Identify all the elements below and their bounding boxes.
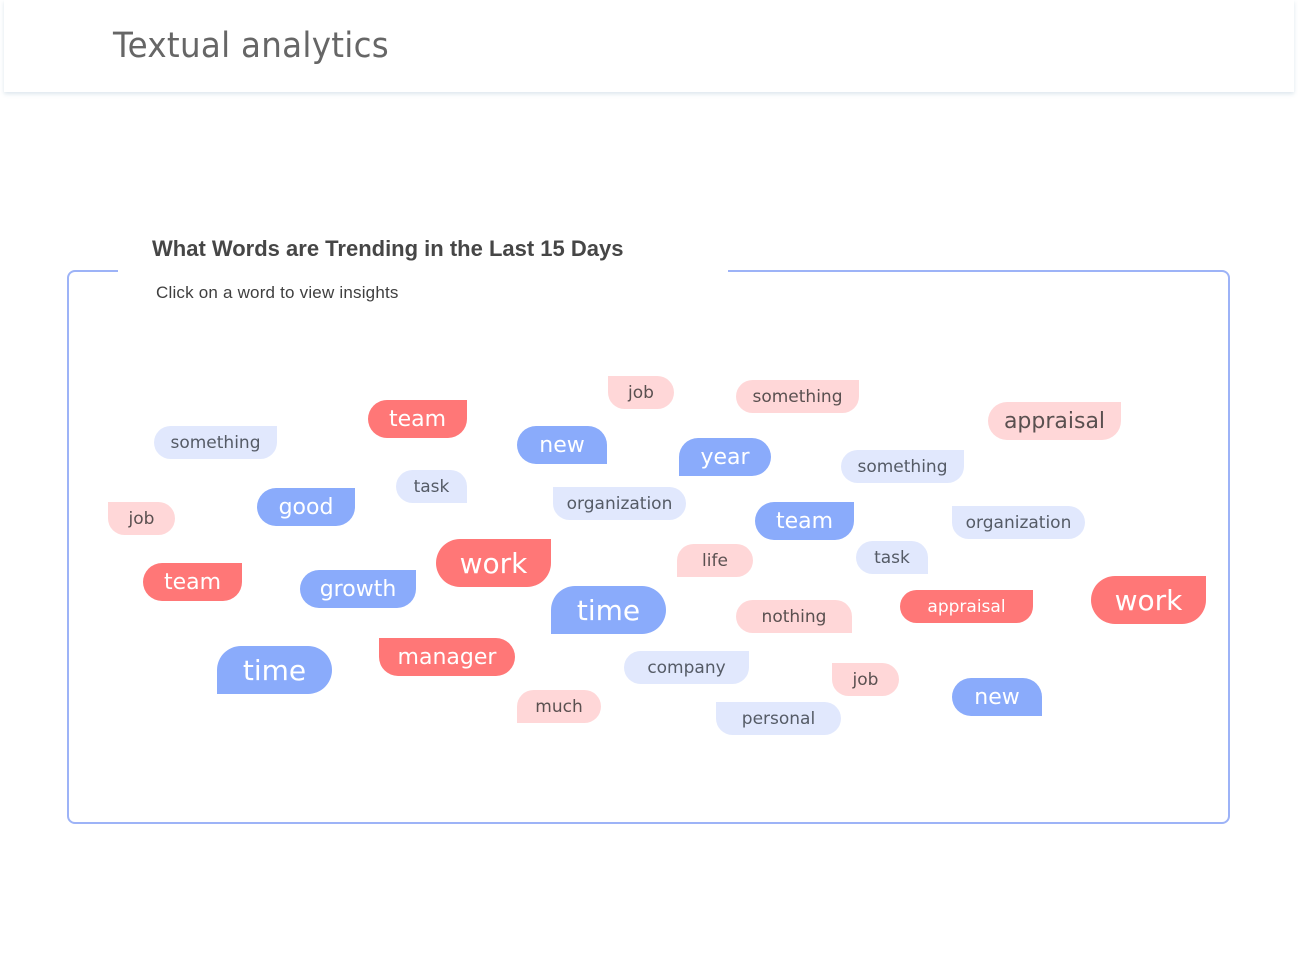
word-bubble-job[interactable]: job xyxy=(608,376,674,409)
word-bubble-task[interactable]: task xyxy=(856,541,928,574)
word-bubble-life[interactable]: life xyxy=(677,544,753,577)
word-bubble-appraisal[interactable]: appraisal xyxy=(900,590,1033,623)
word-bubble-work[interactable]: work xyxy=(1091,576,1206,624)
word-bubble-team[interactable]: team xyxy=(755,502,854,540)
panel-title: What Words are Trending in the Last 15 D… xyxy=(152,236,624,261)
word-bubble-personal[interactable]: personal xyxy=(716,702,841,735)
word-bubble-nothing[interactable]: nothing xyxy=(736,600,852,633)
word-bubble-something[interactable]: something xyxy=(841,450,964,483)
word-bubble-job[interactable]: job xyxy=(108,502,175,535)
word-bubble-time[interactable]: time xyxy=(551,586,666,634)
panel-subtitle: Click on a word to view insights xyxy=(156,283,399,302)
word-bubble-work[interactable]: work xyxy=(436,539,551,587)
word-bubble-team[interactable]: team xyxy=(368,400,467,438)
word-bubble-team[interactable]: team xyxy=(143,563,242,601)
word-bubble-something[interactable]: something xyxy=(736,380,859,413)
word-bubble-appraisal[interactable]: appraisal xyxy=(988,402,1121,440)
word-bubble-time[interactable]: time xyxy=(217,646,332,694)
word-bubble-manager[interactable]: manager xyxy=(379,638,515,676)
page-header: Textual analytics xyxy=(4,0,1294,92)
page-title: Textual analytics xyxy=(113,26,390,66)
word-bubble-company[interactable]: company xyxy=(624,651,749,684)
word-bubble-organization[interactable]: organization xyxy=(952,506,1085,539)
word-bubble-much[interactable]: much xyxy=(517,690,601,723)
word-bubble-task[interactable]: task xyxy=(396,470,467,503)
word-bubble-good[interactable]: good xyxy=(257,488,355,526)
word-bubble-new[interactable]: new xyxy=(952,678,1042,716)
word-bubble-job[interactable]: job xyxy=(832,663,899,696)
word-cloud-panel xyxy=(67,270,1230,824)
word-bubble-year[interactable]: year xyxy=(679,438,771,476)
panel-title-gap xyxy=(118,262,728,278)
word-bubble-growth[interactable]: growth xyxy=(300,570,416,608)
word-bubble-something[interactable]: something xyxy=(154,426,277,459)
word-bubble-new[interactable]: new xyxy=(517,426,607,464)
word-bubble-organization[interactable]: organization xyxy=(553,487,686,520)
